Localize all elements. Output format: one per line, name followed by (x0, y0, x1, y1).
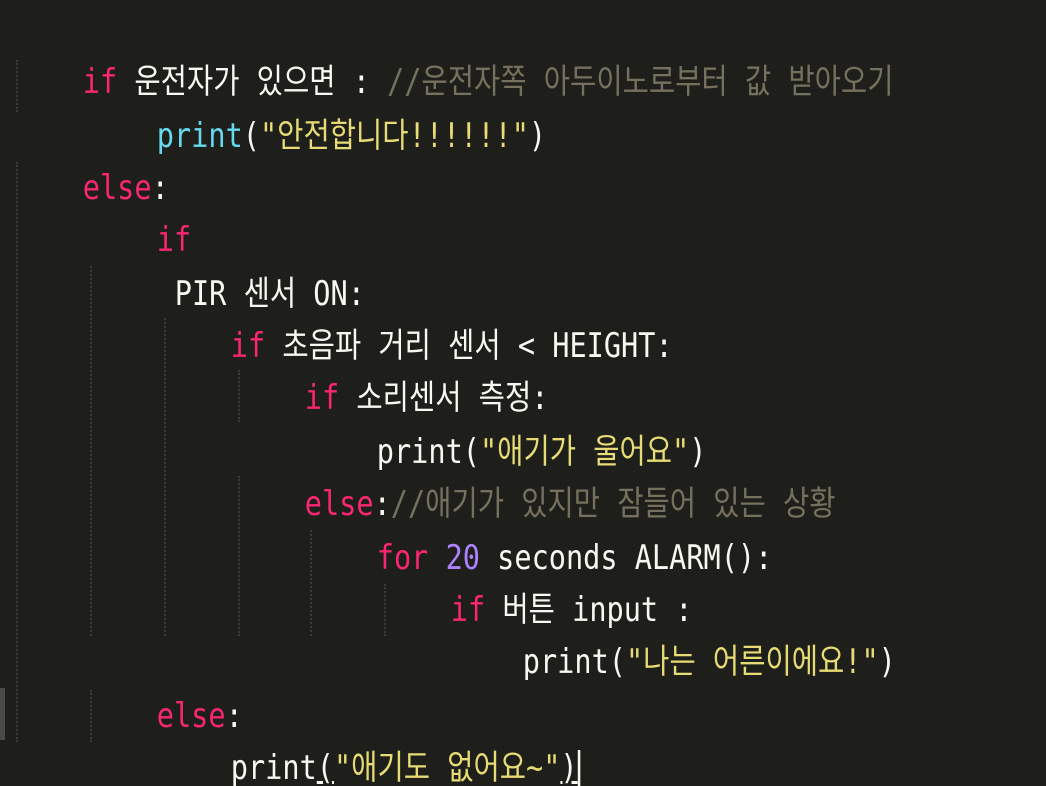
function-print: print (156, 116, 243, 156)
function-print: print (522, 642, 609, 682)
paren-open: ( (608, 642, 626, 682)
code-line-8[interactable]: print("애기가 울어요") (308, 374, 707, 472)
text-cursor (577, 749, 581, 786)
paren-open: ( (316, 748, 334, 786)
code-line-6[interactable]: if 초음파 거리 센서 < HEIGHT: (162, 268, 673, 366)
code-line-1[interactable]: if 운전자가 있으면 : //운전자쪽 아두이노로부터 값 받아오기 (14, 4, 894, 102)
code-line-10[interactable]: for 20 seconds ALARM(): (308, 480, 773, 578)
indent-guide (90, 266, 92, 636)
code-line-7[interactable]: if 소리센서 측정: (236, 320, 549, 418)
paren-close: ) (528, 116, 547, 156)
code-line-14[interactable]: print("애기도 없어요~") (162, 690, 581, 786)
code-line-13[interactable]: else: (88, 638, 243, 736)
function-print: print (230, 748, 317, 786)
string-literal: "나는 어른이에요!" (625, 642, 879, 682)
code-line-11[interactable]: if 버튼 input : (382, 532, 693, 630)
paren-open: ( (242, 116, 260, 156)
code-line-2[interactable]: print("안전합니다!!!!!!") (88, 58, 546, 156)
code-line-9[interactable]: else://애기가 있지만 잠들어 있는 상황 (236, 426, 836, 524)
string-literal: "애기도 없어요~" (333, 748, 561, 786)
code-line-5[interactable]: PIR 센서 ON: (106, 216, 365, 314)
string-literal: "안전합니다!!!!!!" (259, 116, 529, 156)
code-line-4[interactable]: if (88, 162, 191, 260)
modified-line-marker (0, 688, 5, 740)
code-line-3[interactable]: else: (14, 110, 169, 208)
code-editor[interactable]: if 운전자가 있으면 : //운전자쪽 아두이노로부터 값 받아오기 prin… (0, 0, 1046, 786)
paren-close: ) (878, 642, 896, 682)
paren-close: ) (560, 748, 578, 786)
code-line-12[interactable]: print("나는 어른이에요!") (454, 584, 896, 682)
